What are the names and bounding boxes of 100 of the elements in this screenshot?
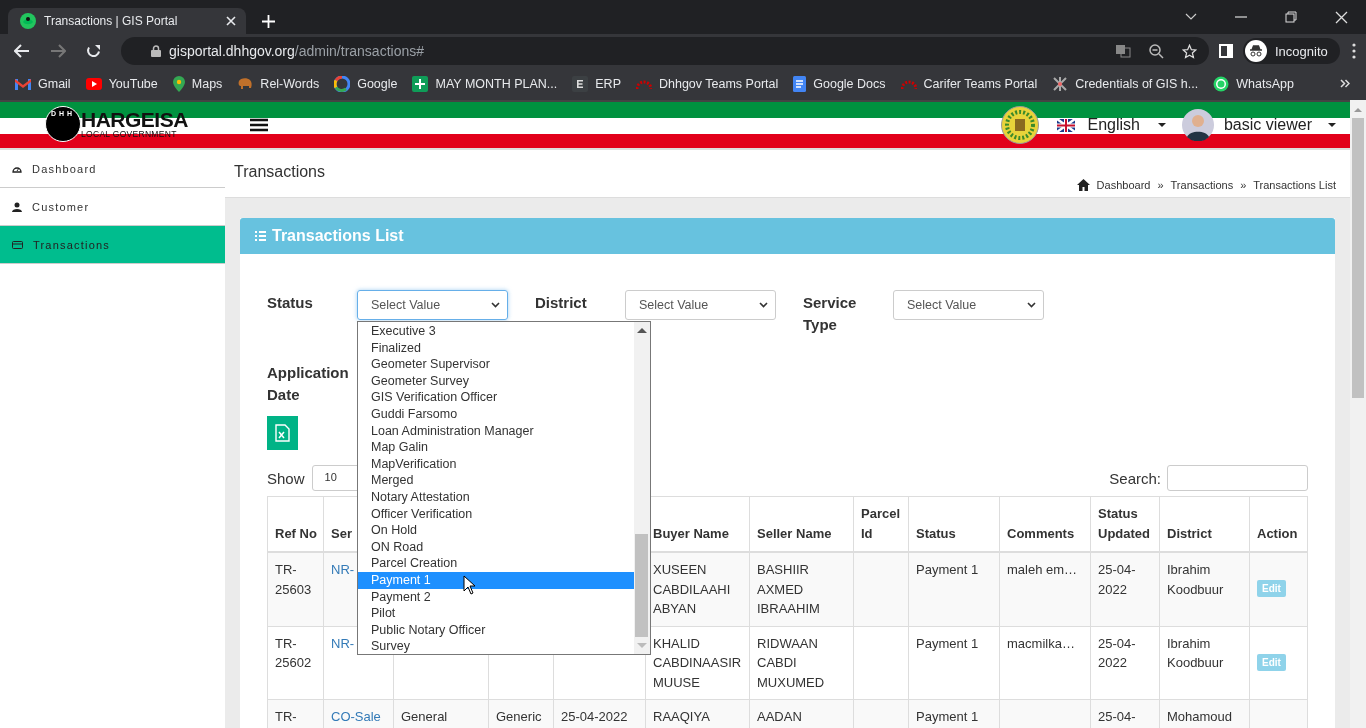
menu-icon[interactable] bbox=[249, 118, 268, 132]
table-cell: Mohamoud bbox=[1167, 709, 1233, 724]
dropdown-option[interactable]: Loan Administration Manager bbox=[358, 422, 634, 440]
dropdown-option[interactable]: Notary Attestation bbox=[358, 488, 634, 506]
service-link[interactable]: NR- bbox=[331, 562, 355, 577]
side-panel-icon[interactable] bbox=[1219, 44, 1233, 58]
filter-select[interactable]: Select Value bbox=[357, 290, 508, 320]
back-icon[interactable] bbox=[14, 44, 30, 58]
table-cell: Payment 1 bbox=[916, 635, 979, 651]
column-header: Parcel Id bbox=[861, 506, 901, 541]
chat-icon bbox=[1213, 76, 1230, 92]
column-header: Comments bbox=[1007, 525, 1075, 541]
table-cell: BASHIIR AXMED IBRAAHIM bbox=[757, 562, 820, 616]
user-menu[interactable]: basic viewer bbox=[1181, 109, 1336, 141]
bookmark[interactable]: Google bbox=[334, 76, 398, 92]
bookmark[interactable]: Rel-Words bbox=[237, 77, 320, 91]
scrollbar-thumb[interactable] bbox=[1352, 118, 1364, 398]
service-link[interactable]: NR- bbox=[331, 635, 355, 651]
bookmark[interactable]: Dhhgov Teams Portal bbox=[635, 77, 779, 91]
filter-select[interactable]: Select Value bbox=[893, 290, 1044, 320]
column-header: Ser bbox=[331, 525, 352, 541]
breadcrumb-separator: » bbox=[1157, 178, 1164, 191]
table-cell: Generic bbox=[496, 709, 542, 724]
sidebar-item[interactable]: Transactions bbox=[0, 226, 225, 264]
close-icon[interactable] bbox=[226, 16, 236, 26]
table-cell: TR-25602 bbox=[275, 635, 312, 670]
bookmark[interactable]: MAY MONTH PLAN... bbox=[412, 76, 558, 92]
forward-icon[interactable] bbox=[50, 44, 66, 58]
profile-button[interactable]: Incognito bbox=[1243, 38, 1340, 64]
filter-label: Status bbox=[267, 293, 314, 313]
dropdown-option[interactable]: Guddi Farsomo bbox=[358, 405, 634, 423]
new-tab-icon[interactable] bbox=[262, 15, 275, 28]
dropdown-option[interactable]: Map Galin bbox=[358, 439, 634, 456]
scrollbar-thumb[interactable] bbox=[635, 534, 648, 637]
chevron-down-icon[interactable] bbox=[1185, 13, 1197, 21]
search-field[interactable] bbox=[1167, 465, 1308, 491]
browser-tab[interactable]: Transactions | GIS Portal bbox=[8, 8, 246, 34]
cursor-icon bbox=[463, 575, 476, 595]
dropdown-option[interactable]: Payment 2 bbox=[358, 588, 634, 606]
spreadsheet-file-icon bbox=[275, 424, 290, 442]
bookmark[interactable]: YouTube bbox=[85, 77, 158, 91]
dropdown-option[interactable]: Officer Verification bbox=[358, 505, 634, 523]
bookmark[interactable]: WhatsApp bbox=[1213, 76, 1294, 92]
language-menu[interactable]: English bbox=[1057, 116, 1166, 134]
bookmark[interactable]: Maps bbox=[172, 76, 223, 92]
avatar-icon bbox=[1181, 109, 1214, 141]
table-cell: Ibrahim Koodbuur bbox=[1167, 562, 1224, 597]
dropdown-option[interactable]: On Hold bbox=[358, 522, 634, 539]
dropdown-option[interactable]: ON Road bbox=[358, 538, 634, 556]
user-icon bbox=[12, 201, 22, 212]
table-cell: 25-04-2022 bbox=[1098, 562, 1136, 597]
table-cell: AADAN bbox=[757, 709, 802, 724]
bookmark[interactable]: Google Docs bbox=[793, 76, 886, 92]
close-icon[interactable] bbox=[1335, 10, 1348, 24]
scroll-up-icon[interactable] bbox=[637, 327, 647, 333]
more-icon[interactable] bbox=[1351, 43, 1356, 59]
table-cell: maleh em… bbox=[1007, 562, 1078, 577]
filter-select[interactable]: Select Value bbox=[625, 290, 776, 320]
restore-icon[interactable] bbox=[1285, 11, 1297, 23]
table-cell: 25-04-2022 bbox=[561, 709, 628, 724]
play-icon bbox=[85, 78, 102, 90]
breadcrumb-link[interactable]: Transactions bbox=[1170, 178, 1234, 191]
table-cell: RAAQIYA bbox=[653, 709, 710, 724]
column-header: Ref No bbox=[275, 525, 317, 541]
bookmark[interactable]: Carifer Teams Portal bbox=[900, 77, 1038, 91]
table-cell: General bbox=[401, 709, 448, 724]
chevron-down-icon bbox=[1027, 302, 1036, 308]
filter-label: District bbox=[535, 293, 588, 313]
table-cell: Ibrahim Koodbuur bbox=[1167, 635, 1224, 670]
incognito-icon bbox=[1245, 40, 1267, 62]
column-header: Buyer Name bbox=[653, 525, 729, 541]
dropdown-option[interactable]: Geometer Supervisor bbox=[358, 356, 634, 373]
zoom-out-icon[interactable] bbox=[1149, 43, 1164, 59]
bookmark[interactable]: ERP bbox=[572, 76, 621, 92]
star-icon[interactable] bbox=[1182, 43, 1197, 59]
dropdown-option[interactable]: Executive 3 bbox=[358, 323, 634, 340]
table-cell: Payment 1 bbox=[916, 562, 979, 577]
sheet-icon bbox=[412, 76, 429, 92]
breadcrumb-link[interactable]: Dashboard bbox=[1096, 178, 1151, 191]
elephant-icon bbox=[237, 77, 254, 91]
dropdown-option[interactable]: Geometer Survey bbox=[358, 372, 634, 390]
translate-icon[interactable] bbox=[1115, 43, 1131, 59]
column-header: Status bbox=[916, 525, 956, 541]
list-icon bbox=[255, 231, 266, 241]
table-cell: TR- bbox=[275, 709, 297, 724]
address-bar[interactable]: gisportal.dhhgov.org/admin/transactions# bbox=[121, 37, 1209, 65]
map-pin-icon bbox=[172, 76, 185, 92]
chevron-double-icon[interactable] bbox=[1340, 79, 1350, 88]
dropdown-option[interactable]: Finalized bbox=[358, 339, 634, 357]
dropdown-option[interactable]: Public Notary Officer bbox=[358, 621, 634, 639]
dropdown-option[interactable]: Pilot bbox=[358, 605, 634, 622]
emblem-icon bbox=[1001, 106, 1040, 144]
bookmark[interactable]: Gmail bbox=[15, 77, 71, 91]
bookmark[interactable]: Credentials of GIS h... bbox=[1052, 76, 1199, 92]
column-header: District bbox=[1167, 525, 1212, 541]
dropdown-option[interactable]: GIS Verification Officer bbox=[358, 389, 634, 406]
dropdown-option[interactable]: Survey bbox=[358, 638, 634, 655]
reload-icon[interactable] bbox=[86, 43, 101, 59]
filter-label: Application Date bbox=[267, 363, 350, 405]
dropdown-option[interactable]: Parcel Creation bbox=[358, 555, 634, 572]
